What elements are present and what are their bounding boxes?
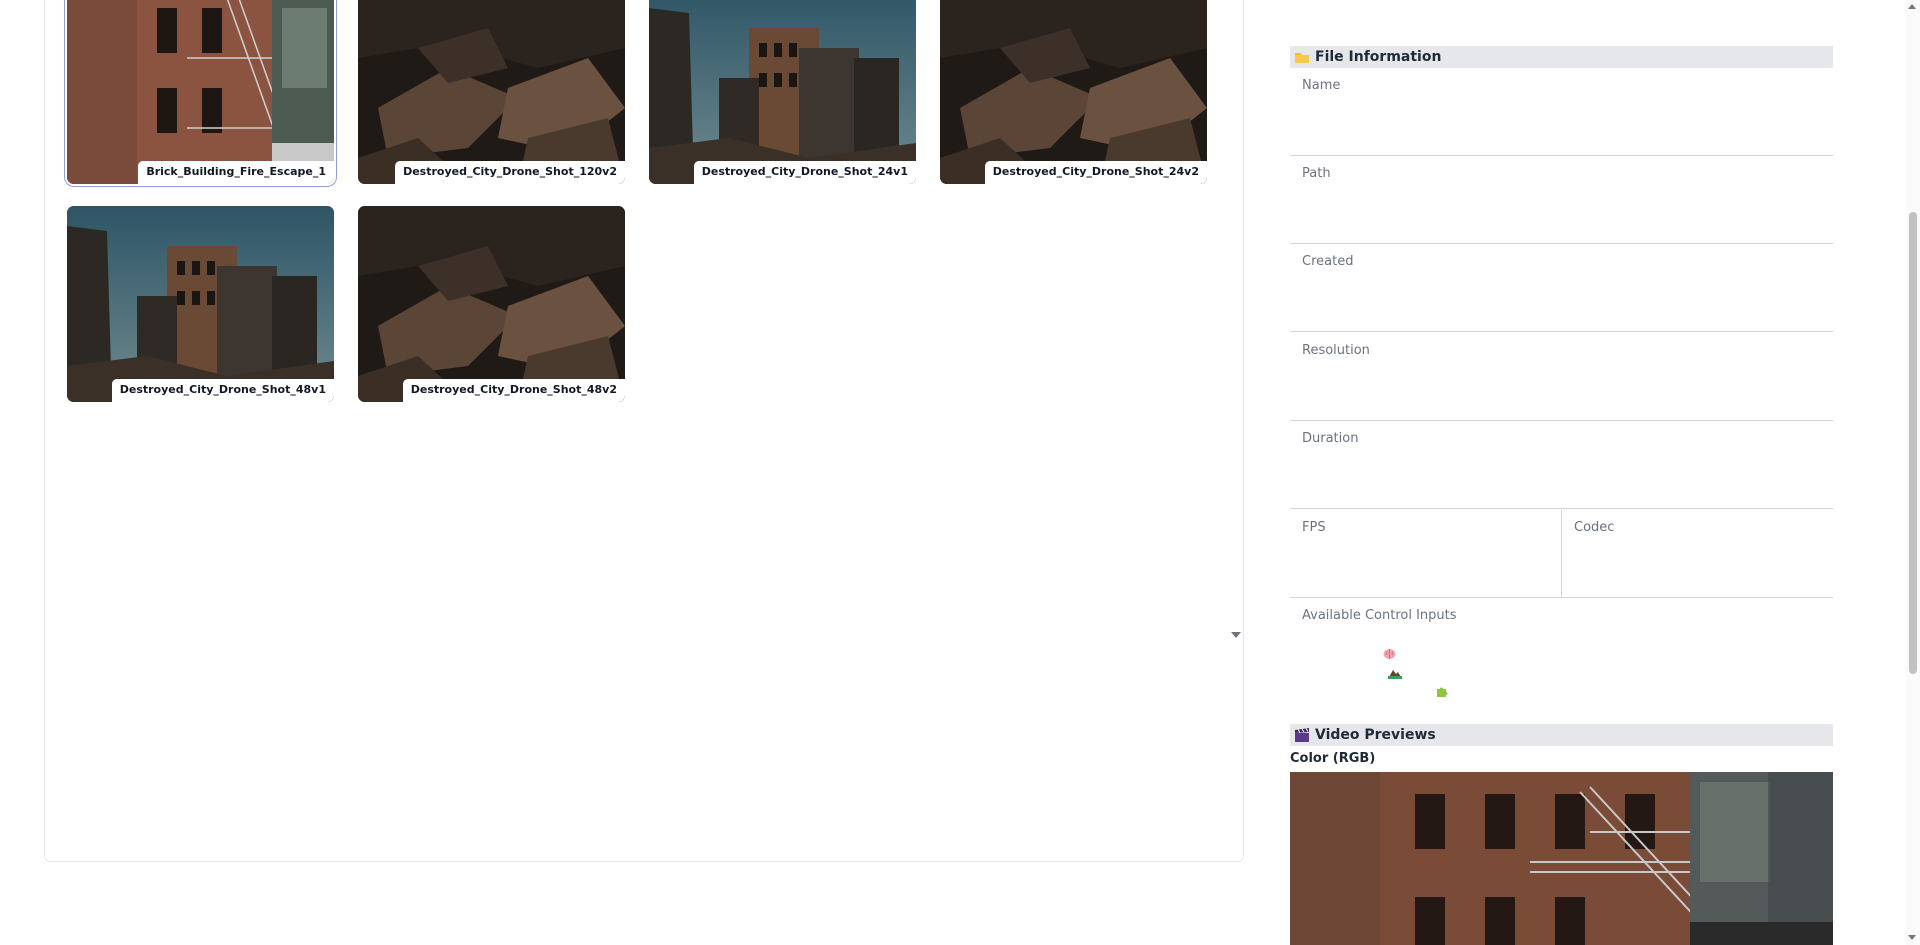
duration-label: Duration	[1302, 431, 1359, 446]
mountain-icon	[1388, 668, 1402, 682]
file-information-header: File Information	[1290, 46, 1833, 68]
thumbnail-label: Destroyed_City_Drone_Shot_48v2	[402, 379, 625, 402]
fps-field: FPS	[1290, 510, 1561, 598]
thumbnail-image	[358, 0, 625, 184]
name-field: Name	[1290, 68, 1833, 156]
gallery-scroll-down-icon[interactable]	[1231, 632, 1241, 638]
folder-icon	[1294, 50, 1310, 64]
control-inputs-field: Available Control Inputs	[1290, 598, 1833, 710]
file-info-panel: File Information Name Path Created Resol…	[1290, 0, 1833, 945]
thumbnail-label: Destroyed_City_Drone_Shot_24v1	[693, 161, 916, 184]
name-label: Name	[1302, 78, 1341, 93]
created-label: Created	[1302, 254, 1354, 269]
thumbnail-image	[67, 0, 334, 184]
video-previews-header: Video Previews	[1290, 724, 1833, 746]
thumbnail-image	[67, 206, 334, 402]
color-video-preview[interactable]	[1290, 772, 1833, 945]
color-rgb-label: Color (RGB)	[1290, 751, 1376, 766]
thumbnail-label: Destroyed_City_Drone_Shot_48v1	[111, 379, 334, 402]
video-previews-title: Video Previews	[1315, 727, 1436, 743]
brain-icon	[1383, 648, 1396, 663]
control-inputs-label: Available Control Inputs	[1302, 608, 1457, 623]
resolution-field: Resolution	[1290, 333, 1833, 421]
file-information-title: File Information	[1315, 49, 1442, 65]
path-field: Path	[1290, 156, 1833, 244]
puzzle-icon	[1435, 685, 1448, 701]
fps-label: FPS	[1302, 520, 1326, 535]
thumbnail-image	[649, 0, 916, 184]
thumbnail-image	[358, 206, 625, 402]
codec-field: Codec	[1561, 510, 1833, 598]
scroll-down-icon[interactable]	[1908, 935, 1916, 940]
resolution-label: Resolution	[1302, 343, 1370, 358]
gallery-thumbnail[interactable]: Brick_Building_Fire_Escape_1	[67, 0, 334, 184]
codec-label: Codec	[1574, 520, 1615, 535]
scroll-up-icon[interactable]	[1908, 4, 1916, 9]
path-label: Path	[1302, 166, 1331, 181]
gallery-thumbnail[interactable]: Destroyed_City_Drone_Shot_48v1	[67, 206, 334, 402]
thumbnail-label: Destroyed_City_Drone_Shot_120v2	[395, 161, 625, 184]
gallery-thumbnail[interactable]: Destroyed_City_Drone_Shot_24v1	[649, 0, 916, 184]
created-field: Created	[1290, 244, 1833, 332]
page-scrollbar-thumb[interactable]	[1909, 212, 1917, 674]
gallery-thumbnail[interactable]: Destroyed_City_Drone_Shot_48v2	[358, 206, 625, 402]
duration-field: Duration	[1290, 421, 1833, 509]
gallery-thumbnail[interactable]: Destroyed_City_Drone_Shot_120v2	[358, 0, 625, 184]
gallery-thumbnail[interactable]: Destroyed_City_Drone_Shot_24v2	[940, 0, 1207, 184]
thumbnail-image	[940, 0, 1207, 184]
thumbnail-label: Brick_Building_Fire_Escape_1	[138, 161, 334, 184]
thumbnail-label: Destroyed_City_Drone_Shot_24v2	[984, 161, 1207, 184]
clapperboard-icon	[1294, 728, 1310, 742]
